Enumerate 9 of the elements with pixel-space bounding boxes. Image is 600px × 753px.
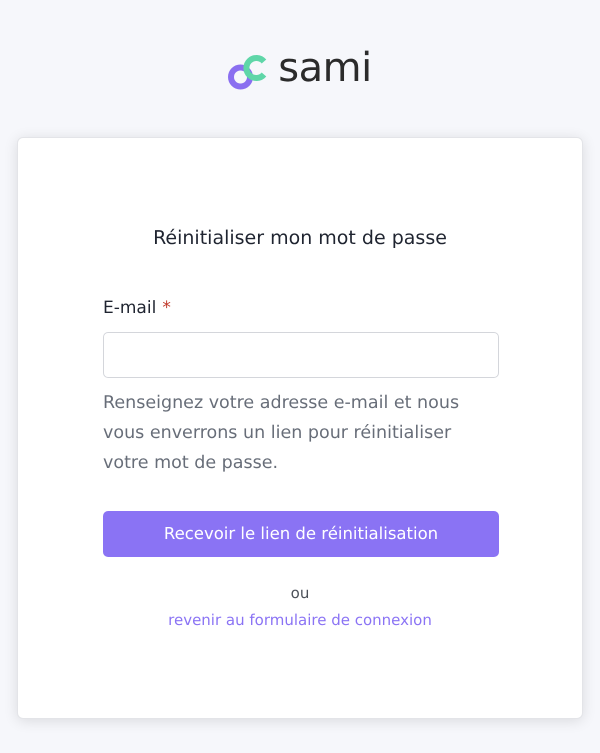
email-input-field[interactable] bbox=[103, 332, 499, 378]
help-text: Renseignez votre adresse e-mail et nous vous enverrons un lien pour réinitialiser votre mot de passe. bbox=[103, 392, 460, 475]
logo-text: sami bbox=[278, 47, 372, 89]
form-title: Réinitialiser mon mot de passe bbox=[152, 226, 448, 251]
separator-text: ou bbox=[290, 583, 310, 604]
email-label: E-mail bbox=[103, 297, 156, 320]
back-to-login-link[interactable]: revenir au formulaire de connexion bbox=[168, 608, 432, 632]
required-mark: * bbox=[162, 297, 171, 320]
submit-button[interactable]: Recevoir le lien de réinitialisation bbox=[103, 511, 499, 557]
